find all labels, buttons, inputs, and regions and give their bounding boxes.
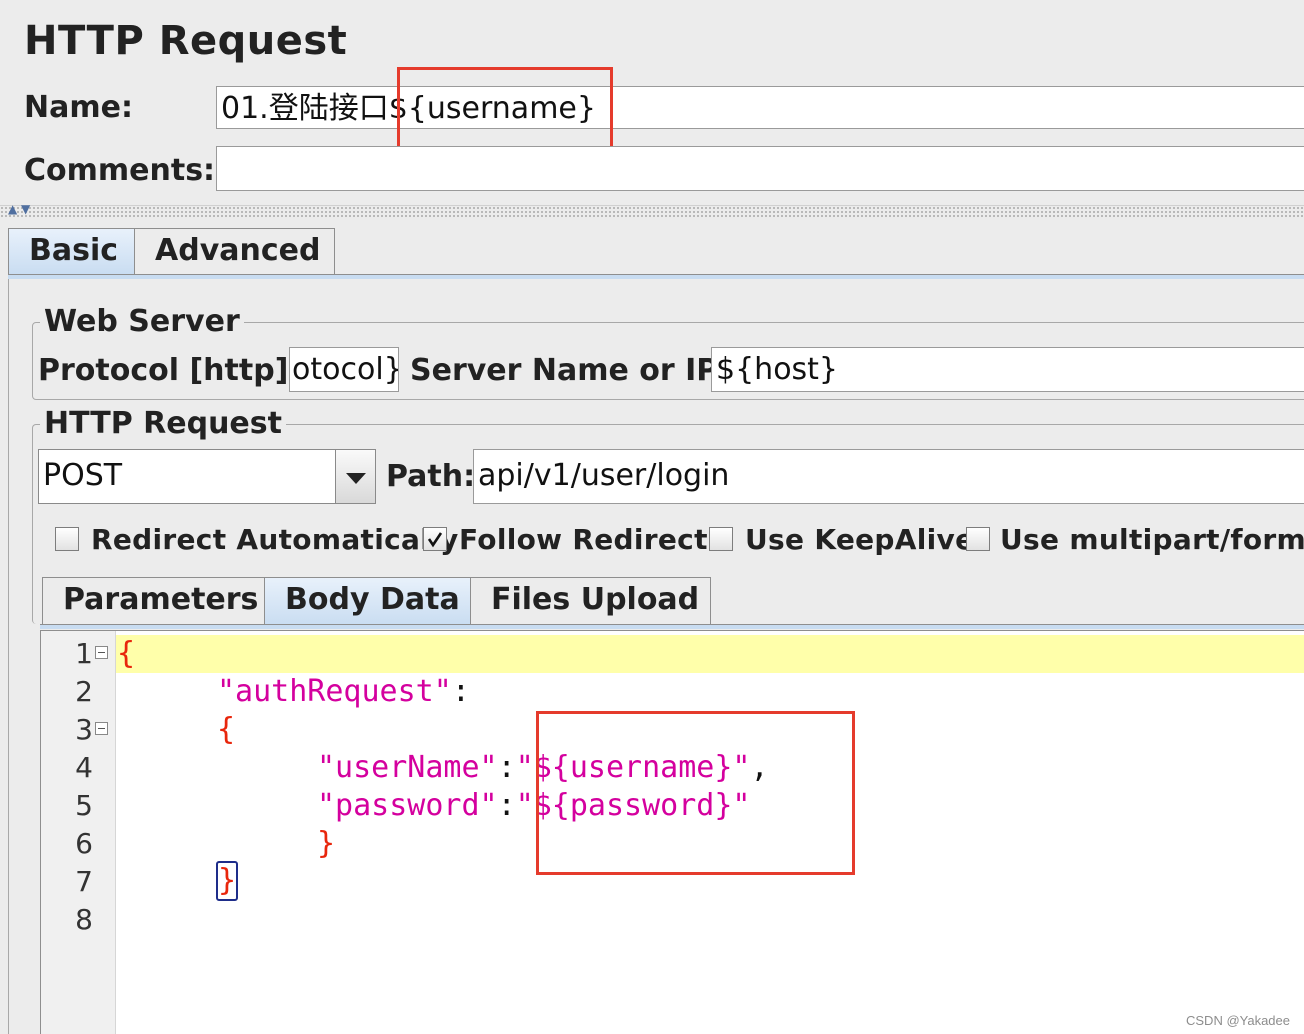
path-field-value: api/v1/user/login bbox=[478, 458, 730, 493]
checkbox-label: Follow Redirects bbox=[459, 523, 725, 556]
code-brace: } bbox=[317, 826, 336, 861]
split-collapse-arrows-icon[interactable]: ▲ ▼ bbox=[8, 203, 30, 215]
checkbox-label: Redirect Automatically bbox=[91, 523, 459, 556]
line-number: 6 bbox=[75, 827, 93, 860]
code-brace: { bbox=[217, 712, 236, 747]
line-number: 5 bbox=[75, 789, 93, 822]
comments-label: Comments: bbox=[24, 153, 216, 188]
current-line-highlight bbox=[115, 635, 1304, 673]
line-number: 8 bbox=[75, 903, 93, 936]
code-line-2: "authRequest": bbox=[217, 673, 470, 711]
line-number: 4 bbox=[75, 751, 93, 784]
checkbox-label: Use KeepAlive bbox=[745, 523, 975, 556]
tab-files-upload[interactable]: Files Upload bbox=[470, 577, 711, 625]
path-field[interactable]: api/v1/user/login bbox=[473, 449, 1304, 504]
fold-collapse-icon[interactable] bbox=[95, 722, 108, 735]
checkbox-box[interactable] bbox=[55, 527, 79, 551]
http-request-title: HTTP Request bbox=[40, 406, 286, 442]
page-title: HTTP Request bbox=[24, 18, 348, 64]
watermark: CSDN @Yakadee bbox=[1186, 1013, 1290, 1028]
checkbox-label: Use multipart/form-d bbox=[1000, 523, 1304, 556]
method-dropdown-value: POST bbox=[43, 458, 123, 493]
fold-collapse-icon[interactable] bbox=[95, 646, 108, 659]
tab-content-border bbox=[8, 279, 9, 1034]
line-number: 7 bbox=[75, 865, 93, 898]
code-brace-matched: } bbox=[216, 861, 239, 901]
method-dropdown-button[interactable] bbox=[335, 450, 375, 503]
body-tab-strip-rule bbox=[40, 624, 1304, 629]
tab-parameters[interactable]: Parameters bbox=[42, 577, 265, 625]
chevron-down-icon bbox=[346, 473, 366, 484]
checkbox-box[interactable] bbox=[709, 527, 733, 551]
tab-body-data[interactable]: Body Data bbox=[264, 577, 471, 627]
code-brace: { bbox=[117, 636, 136, 671]
method-dropdown[interactable]: POST bbox=[38, 449, 376, 504]
protocol-field-value: otocol} bbox=[292, 352, 399, 387]
json-key: "password" bbox=[317, 788, 498, 823]
line-number: 2 bbox=[75, 675, 93, 708]
line-number: 3 bbox=[75, 713, 93, 746]
web-server-title: Web Server bbox=[40, 304, 244, 340]
json-colon: : bbox=[497, 788, 516, 823]
name-label: Name: bbox=[24, 90, 133, 125]
tab-advanced[interactable]: Advanced bbox=[134, 228, 335, 274]
path-label: Path: bbox=[386, 459, 476, 494]
line-number-gutter: 1 2 3 4 5 6 7 8 bbox=[41, 631, 116, 1034]
name-field[interactable]: 01.登陆接口${username} bbox=[216, 86, 1304, 129]
json-colon: : bbox=[451, 674, 470, 709]
line-number: 1 bbox=[75, 637, 93, 670]
json-key: "userName" bbox=[317, 750, 498, 785]
checkbox-box[interactable] bbox=[423, 527, 447, 551]
annotation-box-body bbox=[536, 711, 855, 875]
server-name-label: Server Name or IP: bbox=[410, 353, 731, 388]
tab-strip-rule bbox=[8, 274, 1304, 279]
server-name-field[interactable]: ${host} bbox=[711, 347, 1304, 392]
checkbox-box[interactable] bbox=[966, 527, 990, 551]
protocol-field[interactable]: otocol} bbox=[289, 347, 399, 392]
json-colon: : bbox=[497, 750, 516, 785]
comments-field[interactable] bbox=[216, 146, 1304, 191]
checkmark-icon bbox=[427, 532, 443, 548]
server-name-field-value: ${host} bbox=[716, 352, 839, 387]
tab-basic[interactable]: Basic bbox=[8, 228, 136, 276]
split-divider[interactable] bbox=[0, 205, 1304, 218]
json-key: "authRequest" bbox=[217, 674, 452, 709]
protocol-label: Protocol [http]: bbox=[38, 353, 301, 388]
